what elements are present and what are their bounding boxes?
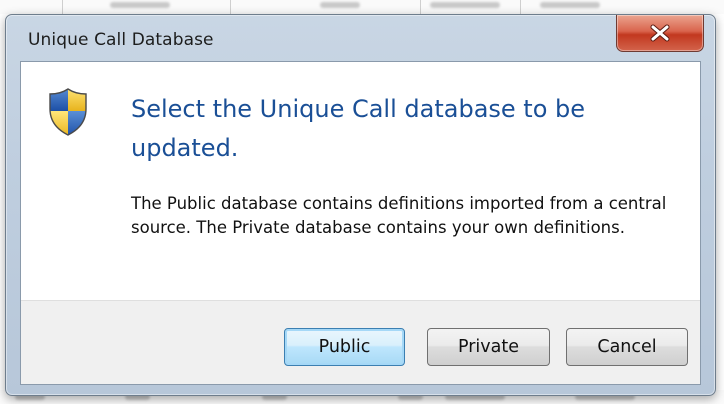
close-button[interactable] bbox=[616, 15, 704, 52]
main-instruction: Select the Unique Call database to be up… bbox=[131, 95, 586, 162]
cancel-button[interactable]: Cancel bbox=[566, 328, 688, 366]
content-text: The Public database contains definitions… bbox=[131, 194, 667, 237]
public-button[interactable]: Public bbox=[284, 328, 405, 366]
close-icon bbox=[650, 24, 670, 42]
uac-shield-icon bbox=[49, 88, 87, 136]
window-title: Unique Call Database bbox=[28, 30, 214, 50]
dialog-window: Unique Call Database Select the Unique C… bbox=[5, 14, 716, 396]
button-area: Public Private Cancel bbox=[21, 300, 700, 384]
background-app-top bbox=[0, 0, 724, 14]
screen: Unique Call Database Select the Unique C… bbox=[0, 0, 724, 404]
title-bar[interactable]: Unique Call Database bbox=[6, 15, 715, 61]
private-button[interactable]: Private bbox=[427, 328, 550, 366]
dialog-content: Select the Unique Call database to be up… bbox=[20, 61, 701, 385]
